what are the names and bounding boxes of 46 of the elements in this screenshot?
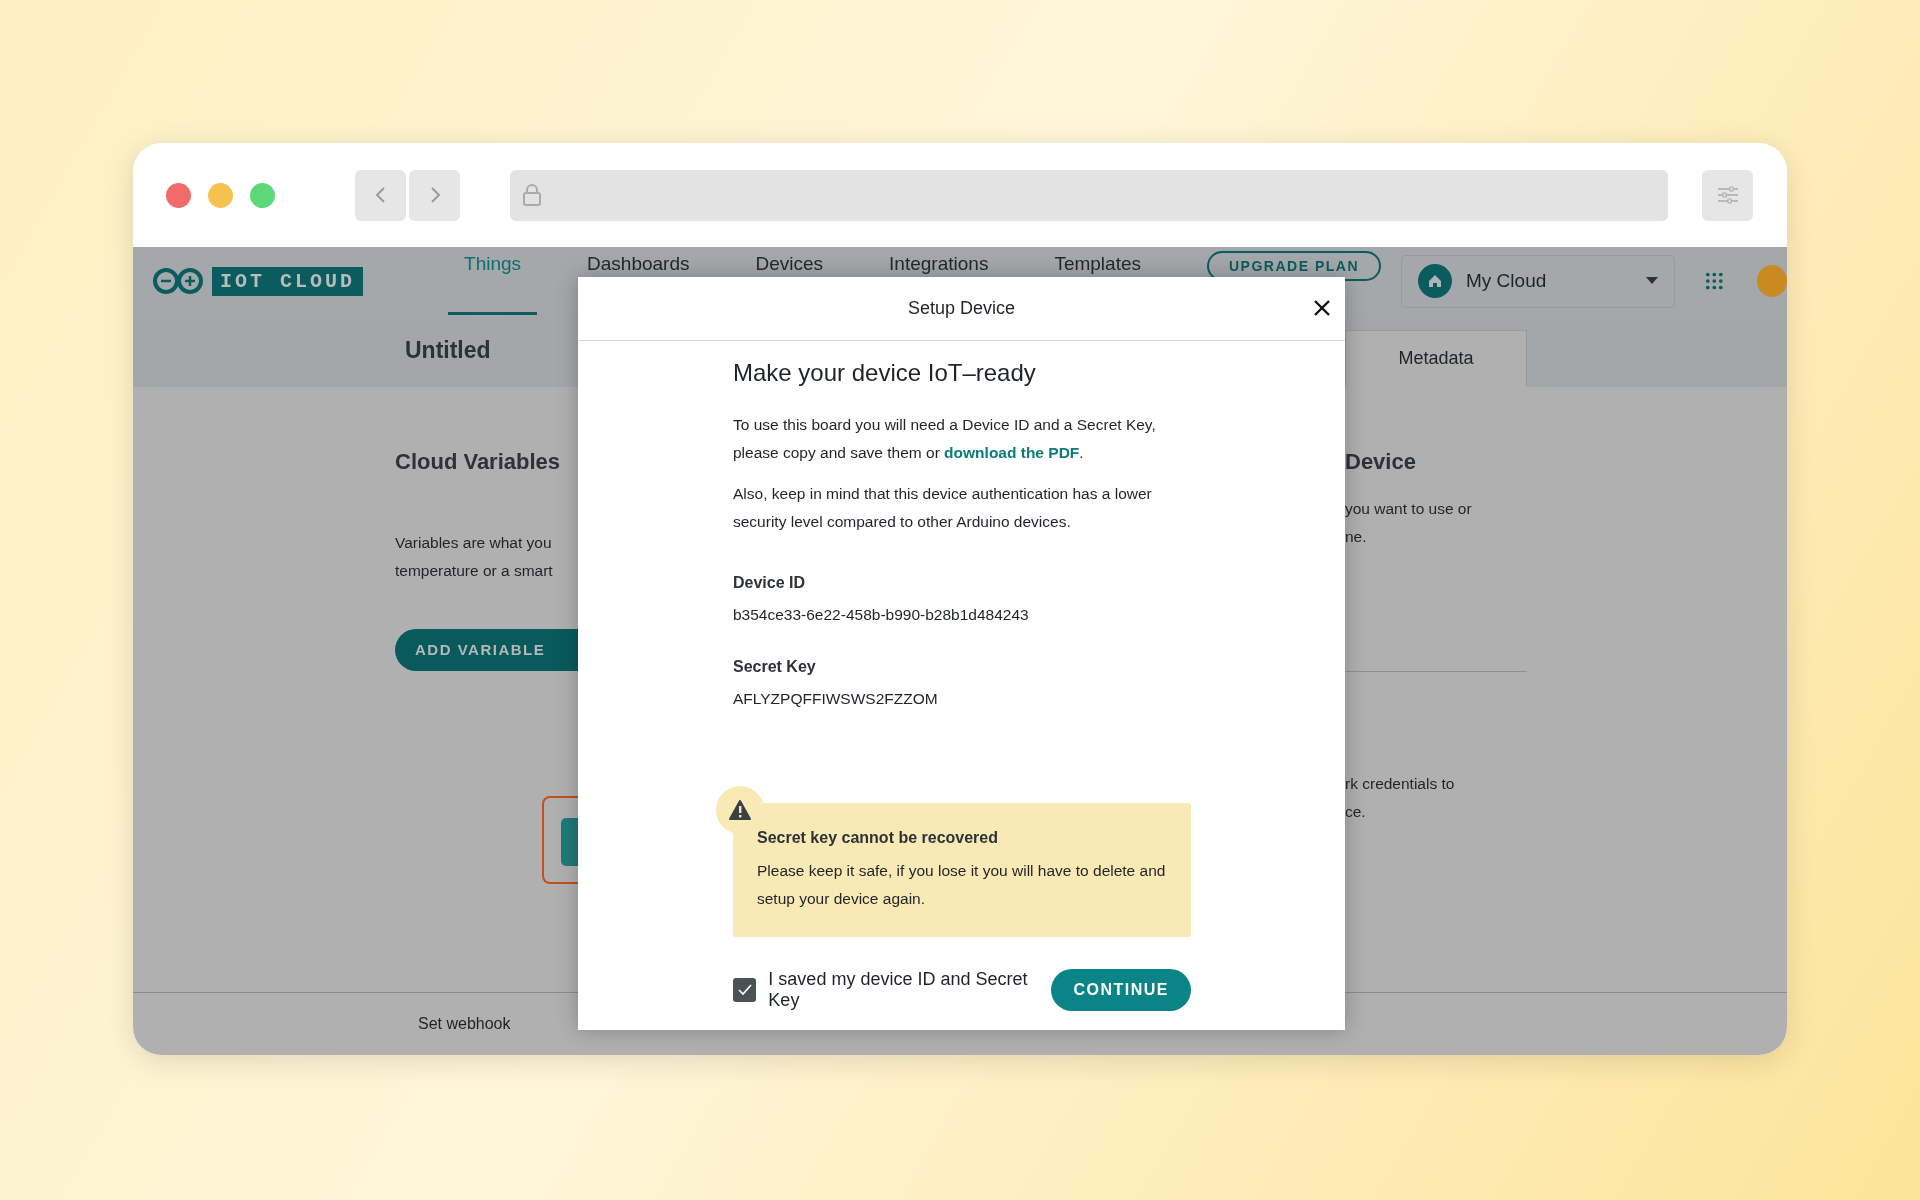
description-text: temperature or a smart	[395, 560, 553, 581]
description-text: rk credentials to	[1345, 773, 1455, 794]
continue-button[interactable]: CONTINUE	[1051, 969, 1191, 1011]
checkbox-label[interactable]: I saved my device ID and Secret Key	[768, 969, 1040, 1011]
field-value: AFLYZPQFFIWSWS2FZZOM	[733, 690, 938, 708]
window-control-dot[interactable]	[208, 182, 233, 208]
close-icon[interactable]	[1313, 299, 1331, 317]
window-control-dot[interactable]	[166, 182, 191, 208]
warning-text: Please keep it safe, if you lose it you will have to delete and setup your device again.	[757, 861, 1167, 909]
settings-button[interactable]	[1702, 169, 1753, 221]
infinity-logo-icon	[152, 267, 204, 295]
dialog-heading: Make your device IoT–ready	[733, 359, 1036, 387]
metadata-tab[interactable]: Metadata	[1345, 330, 1527, 387]
window-control-dot[interactable]	[250, 182, 275, 208]
sliders-icon	[1716, 186, 1739, 204]
space-dropdown[interactable]: My Cloud	[1401, 254, 1675, 308]
caret-icon	[1645, 277, 1658, 285]
home-icon	[1418, 264, 1452, 298]
checkmark-icon	[737, 984, 752, 996]
thing-title: Untitled	[404, 337, 492, 365]
description-text: you want to use or	[1345, 498, 1472, 519]
forward-button[interactable]	[409, 169, 460, 221]
chevron-left-icon	[373, 185, 388, 205]
description-text: Variables are what you	[395, 532, 553, 553]
dialog-title: Setup Device	[907, 298, 1016, 319]
instructions-text: To use this board you will need a Device ID and a Secret Key, please copy and save them or download the PDF.	[733, 415, 1157, 463]
logo-text: IOT CLOUD	[212, 266, 364, 296]
checkbox[interactable]	[733, 978, 757, 1002]
description-text: ce.	[1345, 801, 1367, 822]
apps-grid-icon[interactable]	[1704, 271, 1724, 291]
tile-icon	[561, 817, 578, 866]
lock-icon	[522, 183, 542, 207]
user-avatar[interactable]	[1757, 265, 1787, 297]
set-webhook-link[interactable]: Set webhook	[418, 1015, 511, 1034]
section-heading: Cloud Variables	[395, 448, 561, 475]
download-pdf-link[interactable]: download the PDF	[944, 444, 1080, 461]
section-heading: Device	[1345, 448, 1416, 475]
field-label: Device ID	[733, 574, 807, 592]
field-value: b354ce33-6e22-458b-b990-b28b1d484243	[733, 606, 1029, 624]
address-bar[interactable]	[510, 169, 1668, 221]
security-note-text: Also, keep in mind that this device authentication has a lower security level compared to other Arduino devices.	[733, 484, 1153, 532]
field-label: Secret Key	[733, 658, 817, 676]
description-text: ne.	[1345, 526, 1368, 547]
warning-title: Secret key cannot be recovered	[757, 829, 999, 847]
back-button[interactable]	[355, 169, 406, 221]
add-variable-button[interactable]: ADD VARIABLE	[395, 628, 578, 671]
